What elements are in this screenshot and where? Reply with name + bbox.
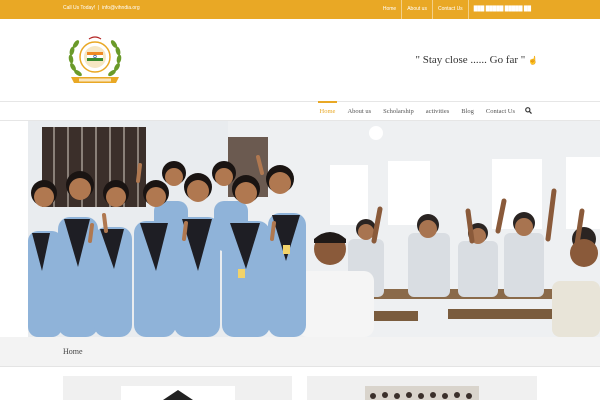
hero-photo: [28, 121, 600, 337]
phone-label: Call Us Today!: [63, 5, 96, 11]
nav-item-about[interactable]: About us: [341, 102, 377, 121]
tagline-text: " Stay close ...... Go far ": [415, 54, 526, 66]
card-image-left[interactable]: [121, 386, 235, 400]
top-nav-home[interactable]: Home: [378, 0, 401, 19]
nav-item-home[interactable]: Home: [314, 101, 342, 121]
classroom-photo-thumbnail: [370, 392, 472, 399]
graduation-cap-icon: [163, 390, 193, 400]
nav-item-scholarship[interactable]: Scholarship: [377, 102, 420, 121]
content-card-left: [63, 376, 292, 400]
emblem-icon: [68, 36, 122, 83]
top-nav: Home About us Contact Us ███ █████ █████…: [378, 0, 536, 19]
students-classroom-image: [28, 121, 600, 337]
contact-info: Call Us Today! | info@vihndia.org: [63, 5, 140, 11]
top-nav-contact[interactable]: Contact Us: [431, 0, 468, 19]
site-logo[interactable]: [63, 31, 127, 89]
hand-pointer-icon: ☝: [528, 56, 538, 65]
breadcrumb: Home: [0, 337, 600, 367]
top-nav-about[interactable]: About us: [401, 0, 432, 19]
nav-item-contact[interactable]: Contact Us: [480, 102, 521, 121]
email-link[interactable]: info@vihndia.org: [102, 5, 140, 11]
top-nav-language[interactable]: ███ █████ █████ ██: [467, 0, 536, 19]
content-card-right: [307, 376, 537, 400]
contact-separator: |: [96, 5, 101, 11]
site-tagline: " Stay close ...... Go far " ☝: [415, 54, 538, 66]
nav-item-activities[interactable]: activities: [420, 102, 455, 121]
breadcrumb-home[interactable]: Home: [63, 347, 83, 356]
card-image-right[interactable]: [365, 386, 479, 400]
search-button[interactable]: [521, 102, 538, 121]
search-icon: [525, 107, 532, 114]
top-bar: Call Us Today! | info@vihndia.org Home A…: [0, 0, 600, 19]
site-header: " Stay close ...... Go far " ☝: [0, 19, 600, 101]
nav-item-blog[interactable]: Blog: [455, 102, 480, 121]
main-nav: Home About us Scholarship activities Blo…: [0, 101, 600, 121]
